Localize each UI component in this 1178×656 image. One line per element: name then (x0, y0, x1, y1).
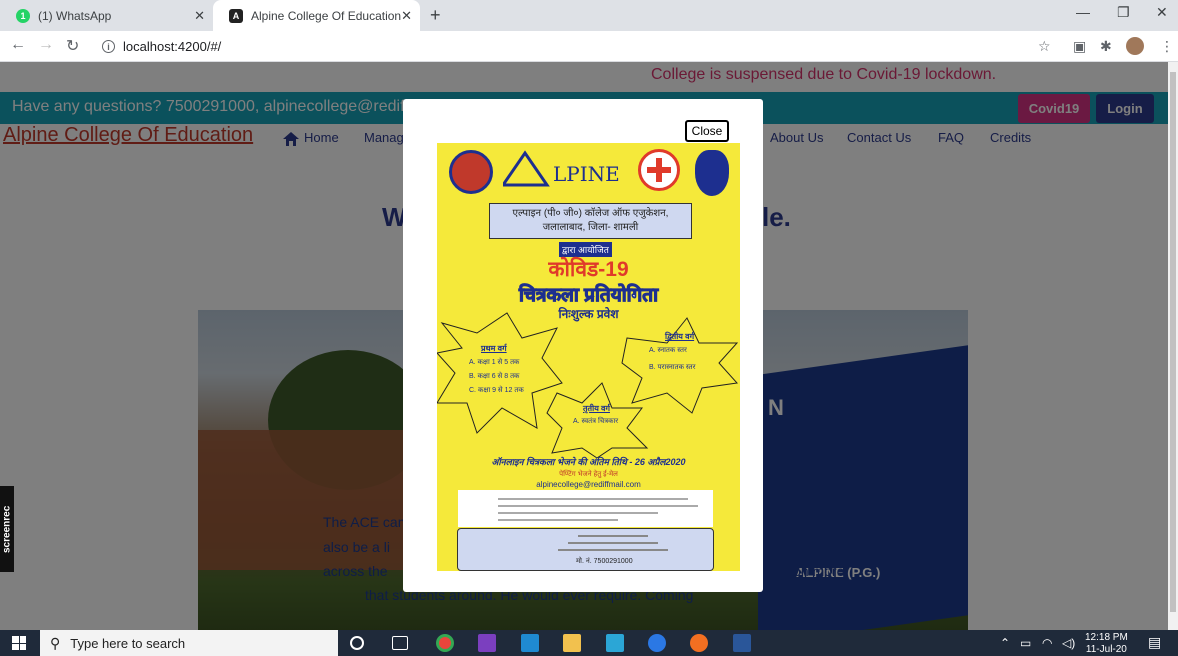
menu-dots-icon[interactable]: ⋮ (1160, 38, 1174, 55)
close-tab-icon[interactable]: ✕ (401, 8, 412, 24)
cat2-item: A. स्नातक स्तर (649, 347, 687, 354)
close-tab-icon[interactable]: ✕ (194, 8, 205, 24)
search-icon: ⚲ (50, 634, 61, 651)
close-button[interactable]: Close (685, 120, 729, 142)
info-icon[interactable]: i (102, 40, 115, 53)
store-icon[interactable] (606, 634, 624, 652)
clock-time: 12:18 PM (1085, 632, 1128, 643)
starburst-shapes (437, 312, 739, 458)
poster-email: alpinecollege@rediffmail.com (536, 480, 641, 489)
profile-avatar[interactable] (1126, 37, 1144, 55)
search-placeholder: Type here to search (70, 635, 186, 651)
postman-icon[interactable] (690, 634, 708, 652)
tab-title: Alpine College Of Education (251, 8, 402, 23)
windows-start-icon[interactable] (12, 636, 26, 650)
poster-image: LPINE एल्पाइन (पी० जी०) कॉलेज ऑफ एजुकेशन… (437, 143, 740, 571)
extension-icon[interactable]: ▣ (1073, 38, 1086, 55)
notifications-icon[interactable]: ▤ (1148, 634, 1161, 651)
scrollbar-thumb[interactable] (1170, 72, 1176, 612)
cat1-item: A. कक्षा 1 से 5 तक (469, 359, 520, 366)
wifi-icon[interactable]: ◠ (1042, 636, 1052, 650)
clock-date: 11-Jul-20 (1085, 644, 1127, 655)
forward-icon[interactable]: → (38, 36, 54, 54)
poster-contact-box: मो. नं. 7500291000 (457, 528, 714, 571)
battery-icon[interactable]: ▭ (1020, 636, 1031, 650)
url-text: localhost:4200/#/ (123, 39, 222, 54)
alpine-logo-icon: LPINE (503, 150, 623, 187)
url-input[interactable]: i localhost:4200/#/ (92, 34, 1067, 59)
nss-logo-icon (449, 150, 493, 194)
task-view-icon[interactable] (392, 636, 408, 650)
screenrec-watermark: screenrec (0, 486, 14, 572)
new-tab-icon[interactable]: + (430, 5, 441, 26)
address-bar: ← → ↻ i localhost:4200/#/ ☆ ▣ ✱ ⋮ (0, 31, 1178, 62)
visual-studio-icon[interactable] (478, 634, 496, 652)
covid-poster-modal: Close LPINE एल्पाइन (पी० जी०) कॉलेज ऑफ ए… (403, 99, 763, 592)
scout-logo-icon (695, 150, 729, 196)
poster-notes-box (458, 490, 713, 527)
poster-deadline: ऑनलाइन चित्रकला भेजने की अंतिम तिथि - 26… (491, 457, 686, 467)
close-window-icon[interactable]: ✕ (1156, 4, 1168, 21)
cat3-item: A. स्वतंत्र चित्रकार (573, 418, 619, 425)
tab-title: (1) WhatsApp (38, 8, 112, 23)
bookmark-star-icon[interactable]: ☆ (1038, 38, 1051, 55)
minimize-icon[interactable]: — (1076, 4, 1090, 20)
reload-icon[interactable]: ↻ (66, 36, 79, 56)
whatsapp-icon: 1 (16, 8, 30, 23)
cat1-item: C. कक्षा 9 से 12 तक (469, 387, 524, 394)
taskbar-search[interactable]: ⚲ Type here to search (40, 630, 338, 656)
volume-icon[interactable]: ◁) (1062, 636, 1075, 650)
tab-whatsapp[interactable]: 1 (1) WhatsApp ✕ (0, 0, 213, 31)
poster-send-note: पेण्टिंग भेजने हेतु ई-मेल (559, 471, 618, 478)
cat1-title: प्रथम वर्ग (481, 344, 507, 353)
puzzle-icon[interactable]: ✱ (1100, 38, 1112, 55)
cortana-icon[interactable] (350, 636, 364, 650)
tab-alpine[interactable]: A Alpine College Of Education ✕ (213, 0, 420, 31)
angular-icon: A (229, 8, 243, 23)
poster-title-covid: कोविड-19 (548, 258, 629, 281)
sync-icon[interactable] (648, 634, 666, 652)
cat3-title: तृतीय वर्ग (583, 404, 611, 413)
restore-icon[interactable]: ❐ (1117, 4, 1130, 21)
chrome-icon[interactable] (436, 634, 454, 652)
poster-college-box: एल्पाइन (पी० जी०) कॉलेज ऑफ एजुकेशन, जलाल… (489, 203, 692, 239)
poster-title-competition: चित्रकला प्रतियोगिता (518, 285, 659, 307)
file-explorer-icon[interactable] (563, 634, 581, 652)
taskbar-clock[interactable]: 12:18 PM 11-Jul-20 (1085, 632, 1128, 656)
cat2-item: B. परास्नातक स्तर (649, 364, 696, 371)
tray-chevron-icon[interactable]: ⌃ (1000, 636, 1010, 650)
svg-text:LPINE: LPINE (553, 162, 620, 186)
cat2-title: द्वितीय वर्ग (665, 332, 695, 341)
vscode-icon[interactable] (521, 634, 539, 652)
page-scrollbar[interactable] (1168, 62, 1178, 630)
back-icon[interactable]: ← (10, 36, 26, 54)
poster-phone: मो. नं. 7500291000 (576, 558, 633, 565)
word-icon[interactable] (733, 634, 751, 652)
red-cross-icon (638, 149, 680, 191)
cat1-item: B. कक्षा 6 से 8 तक (469, 373, 520, 380)
browser-tab-bar: 1 (1) WhatsApp ✕ A Alpine College Of Edu… (0, 0, 1178, 31)
windows-taskbar: ⚲ Type here to search ⌃ ▭ ◠ ◁) 12:18 PM … (0, 630, 1178, 656)
